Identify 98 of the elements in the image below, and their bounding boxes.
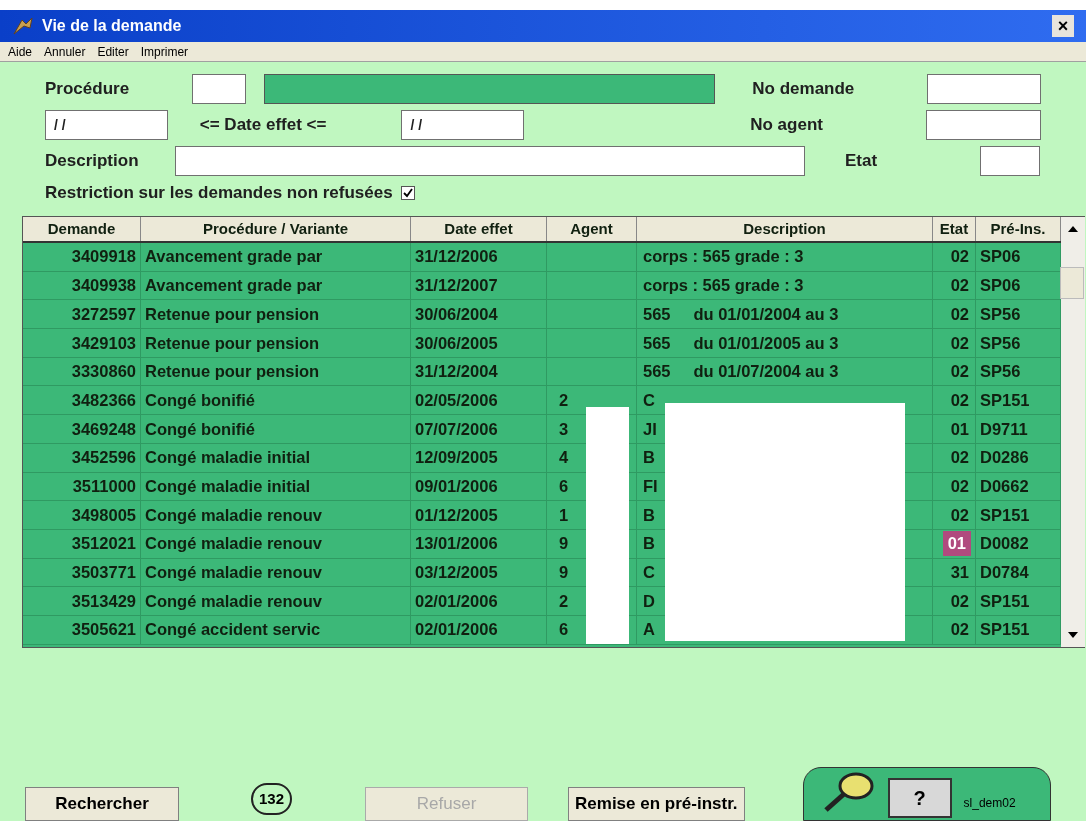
table-cell: 3409918: [23, 243, 141, 272]
table-cell: Congé maladie renouv: [141, 529, 411, 559]
table-cell: Retenue pour pension: [141, 329, 411, 358]
no-demande-field[interactable]: [926, 74, 1041, 104]
table-cell: Congé maladie renouv: [141, 501, 411, 530]
table-cell: corps : 565 grade : 3: [637, 271, 933, 301]
etat-value: 02: [950, 332, 970, 354]
column-header[interactable]: Description: [637, 217, 933, 241]
table-cell: Avancement grade par: [141, 243, 411, 272]
table-cell: 3482366: [23, 386, 141, 416]
field-label: Procédure: [45, 78, 131, 101]
table-cell: 3452596: [23, 443, 141, 473]
result-count: 132: [251, 782, 293, 815]
procedure-code-field[interactable]: [192, 74, 247, 104]
restriction-checkbox[interactable]: [400, 186, 415, 200]
table-cell: 03/12/2005: [411, 558, 547, 588]
scroll-thumb[interactable]: [1060, 267, 1084, 299]
table-cell: Congé maladie initial: [141, 443, 411, 473]
etat-value: 02: [950, 475, 970, 497]
table-cell: Congé bonifié: [141, 386, 411, 416]
app-icon: [12, 16, 34, 36]
checkbox-label: Restriction sur les demandes non refusées: [45, 182, 393, 205]
table-cell: Congé bonifié: [141, 415, 411, 444]
field-label: No demande: [752, 78, 856, 101]
table-cell: 02/05/2006: [411, 386, 547, 416]
table-cell: 3330860: [23, 357, 141, 387]
table-cell: Congé maladie renouv: [141, 558, 411, 588]
etat-value: 02: [950, 447, 970, 469]
etat-value: 02: [950, 361, 970, 383]
table-cell: corps : 565 grade : 3: [637, 243, 933, 272]
table-cell: 12/09/2005: [411, 443, 547, 473]
table-cell: 09/01/2006: [411, 472, 547, 502]
table-cell: 3409938: [23, 271, 141, 301]
window-title: Vie de la demande: [42, 16, 183, 36]
table-cell: 30/06/2004: [411, 300, 547, 330]
menu-item[interactable]: Editer: [97, 42, 129, 61]
no-agent-field[interactable]: [926, 110, 1041, 140]
table-cell: Congé maladie initial: [141, 472, 411, 502]
table-cell: 3272597: [23, 300, 141, 330]
check-icon: [402, 188, 413, 198]
reset-button[interactable]: Remise en pré-instr.: [568, 787, 745, 821]
table-cell: 13/01/2006: [411, 529, 547, 559]
table-cell: 565 du 01/07/2004 au 3: [637, 357, 933, 387]
field-label: Description: [45, 150, 140, 173]
table-cell: 3511000: [23, 472, 141, 502]
menu-item[interactable]: Imprimer: [140, 42, 189, 61]
table-cell: 02/01/2006: [411, 587, 547, 616]
help-button[interactable]: ?: [887, 778, 952, 818]
description-field[interactable]: [175, 146, 805, 176]
table-cell: 01/12/2005: [411, 501, 547, 530]
table-cell: 3513429: [23, 587, 141, 616]
column-header[interactable]: Demande: [23, 217, 141, 241]
date-to-field[interactable]: / /: [401, 110, 525, 140]
close-button[interactable]: ×: [1052, 15, 1074, 37]
table-cell: 02/01/2006: [411, 615, 547, 645]
column-header[interactable]: Procédure / Variante: [141, 217, 411, 241]
etat-value: 02: [950, 619, 970, 641]
table-cell: 3512021: [23, 529, 141, 559]
column-header[interactable]: Date effet: [411, 217, 547, 241]
table-cell: Congé accident servic: [141, 615, 411, 645]
etat-value: 02: [950, 504, 970, 526]
etat-value: 02: [950, 275, 970, 297]
table-cell: Congé maladie renouv: [141, 587, 411, 616]
etat-field[interactable]: [980, 146, 1040, 176]
table-cell: 3498005: [23, 501, 141, 530]
table-cell: Avancement grade par: [141, 271, 411, 301]
table-cell: 3469248: [23, 415, 141, 444]
field-label: Etat: [845, 150, 879, 173]
procedure-name-field[interactable]: [264, 74, 716, 104]
column-header[interactable]: Agent: [547, 217, 637, 241]
table-cell: 07/07/2006: [411, 415, 547, 444]
table-cell: 30/06/2005: [411, 329, 547, 358]
column-header[interactable]: Etat: [933, 217, 976, 241]
field-label: No agent: [750, 114, 824, 137]
date-from-field[interactable]: / /: [45, 110, 168, 140]
menu-item[interactable]: Annuler: [44, 42, 86, 61]
table-cell: 31/12/2007: [411, 271, 547, 301]
table-cell: 565 du 01/01/2005 au 3: [637, 329, 933, 358]
field-label: <= Date effet <=: [199, 114, 328, 137]
etat-value: 31: [950, 562, 970, 584]
search-button[interactable]: Rechercher: [25, 787, 179, 821]
table-cell: 565 du 01/01/2004 au 3: [637, 300, 933, 330]
etat-value: 02: [950, 590, 970, 612]
scrollbar[interactable]: [1061, 217, 1085, 647]
table-cell: 3503771: [23, 558, 141, 588]
screen-id: sl_dem02: [963, 795, 1016, 812]
etat-value: 02: [950, 389, 970, 411]
table-cell: Retenue pour pension: [141, 357, 411, 387]
table-cell: 3429103: [23, 329, 141, 358]
table-cell: 31/12/2004: [411, 357, 547, 387]
table-cell: Retenue pour pension: [141, 300, 411, 330]
etat-value: 01: [950, 418, 970, 440]
menu-item[interactable]: Aide: [8, 42, 33, 61]
etat-value: 02: [950, 303, 970, 325]
etat-value: 02: [950, 246, 970, 268]
etat-value: 01: [942, 531, 971, 557]
table-cell: 31/12/2006: [411, 243, 547, 272]
table-cell: 3505621: [23, 615, 141, 645]
